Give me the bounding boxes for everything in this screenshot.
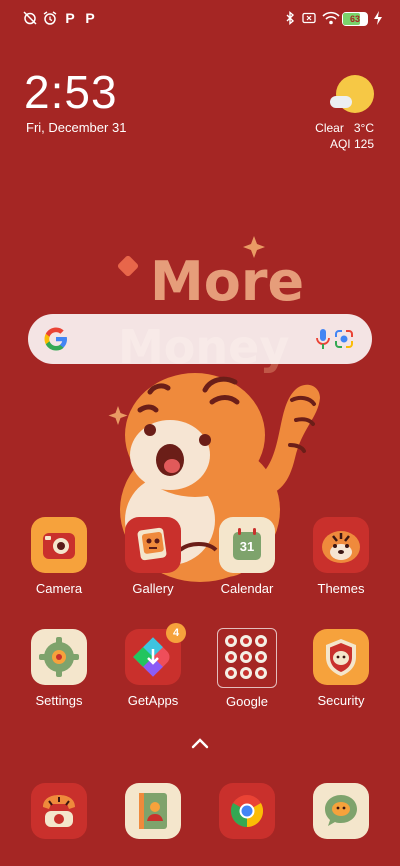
themes-icon [313, 517, 369, 573]
battery-icon: 63 [342, 12, 368, 26]
calendar-icon: 31 [219, 517, 275, 573]
contacts-icon [125, 783, 181, 839]
alarm-icon [42, 10, 58, 26]
status-bar: P P 63 [0, 0, 400, 36]
app-themes[interactable]: Themes [301, 517, 381, 596]
p-icon: P [85, 10, 95, 26]
app-security[interactable]: Security [301, 629, 381, 708]
bluetooth-icon [282, 10, 298, 26]
sim-icon [301, 10, 317, 26]
p-icon: P [65, 10, 75, 26]
app-google-folder[interactable]: Google [207, 628, 287, 709]
alarm-off-icon [22, 10, 38, 26]
app-label-google: Google [226, 694, 268, 709]
app-label-security: Security [317, 693, 365, 708]
app-gallery[interactable]: Gallery [113, 517, 193, 596]
cloud-shape [330, 96, 352, 108]
google-search-bar[interactable] [28, 314, 372, 364]
app-calendar[interactable]: 31 Calendar [207, 517, 287, 596]
settings-icon [31, 629, 87, 685]
wifi-icon [322, 10, 340, 26]
app-label-gallery: Gallery [132, 581, 174, 596]
app-camera[interactable]: Camera [19, 517, 99, 596]
wallpaper-text-more: More [150, 250, 305, 313]
clock-time[interactable]: 2:53 [24, 66, 118, 118]
app-label-settings: Settings [35, 693, 83, 708]
weather-temperature: 3°C [353, 121, 374, 135]
weather-widget[interactable]: Clear 3°C AQI 125 [315, 120, 374, 152]
calendar-day: 31 [239, 539, 255, 554]
mic-icon[interactable] [314, 328, 332, 350]
dock-messages[interactable] [301, 783, 381, 839]
weather-aqi: AQI 125 [329, 137, 374, 151]
phone-icon [31, 783, 87, 839]
chevron-up-icon[interactable] [190, 737, 210, 749]
chrome-icon [219, 783, 275, 839]
messages-icon [313, 783, 369, 839]
battery-level: 63 [349, 14, 360, 24]
app-label-getapps: GetApps [127, 693, 179, 708]
app-settings[interactable]: Settings [19, 629, 99, 708]
camera-icon [31, 517, 87, 573]
notification-badge: 4 [166, 623, 186, 643]
lens-icon[interactable] [332, 328, 356, 350]
clock-date[interactable]: Fri, December 31 [26, 120, 126, 135]
google-g-icon [44, 327, 67, 351]
charging-icon [370, 10, 386, 26]
dock-phone[interactable] [19, 783, 99, 839]
app-label-calendar: Calendar [220, 581, 274, 596]
app-label-camera: Camera [35, 581, 83, 596]
folder-icon [217, 628, 277, 688]
app-label-themes: Themes [317, 581, 365, 596]
weather-condition: Clear [315, 121, 344, 135]
dock-contacts[interactable] [113, 783, 193, 839]
dock-chrome[interactable] [207, 783, 287, 839]
gallery-icon [125, 517, 181, 573]
security-icon [313, 629, 369, 685]
